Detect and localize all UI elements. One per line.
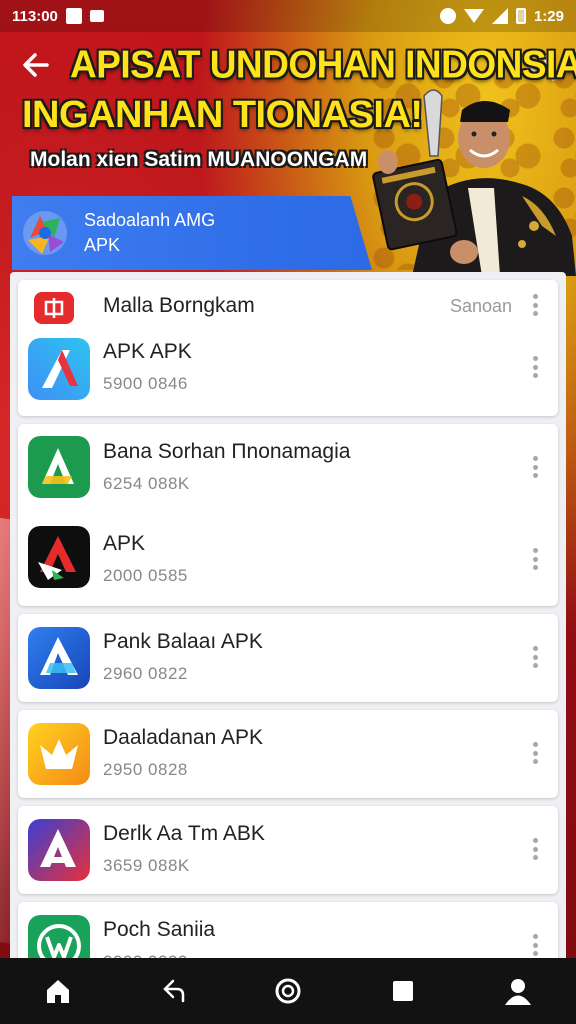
app-name: Poch Saniia <box>103 918 216 941</box>
nav-overview-button[interactable] <box>381 969 425 1013</box>
black-red-a-icon <box>28 526 90 588</box>
app-size: 2000 0585 <box>103 566 188 585</box>
list-item[interactable]: APK APK 5900 0846 <box>18 332 558 416</box>
app-size: 3659 088K <box>103 856 190 875</box>
list-header-label: Sanoan <box>449 296 512 316</box>
subheadline: Molan xien Satim MUANOONGAM <box>30 148 368 171</box>
signal-icon <box>491 8 508 24</box>
nav-back-button[interactable] <box>151 969 195 1013</box>
official-figure-image <box>372 89 576 276</box>
list-header-row[interactable]: Malla Borngkam Sanoan <box>18 280 558 332</box>
app-card: Bana Sorhan Пnonamagia 6254 088K APK 200… <box>18 424 558 606</box>
nav-profile-button[interactable] <box>496 969 540 1013</box>
list-item[interactable]: Pank Balaaı APK 2960 0822 <box>18 614 558 702</box>
notification-icon <box>65 8 82 24</box>
battery-icon <box>515 8 526 24</box>
headline-line-2: INGANHAN TIONASIA! <box>22 94 423 136</box>
more-options-button[interactable] <box>526 930 544 960</box>
featured-banner[interactable]: Sadoalanh AMG APK <box>12 196 372 270</box>
list-item[interactable]: Bana Sorhan Пnonamagia 6254 088K <box>18 424 558 516</box>
yellow-orange-a-icon <box>28 723 90 785</box>
wifi-icon <box>463 9 484 23</box>
arrow-left-icon <box>23 53 49 77</box>
user-icon <box>505 979 532 1005</box>
colorful-app-logo-icon <box>23 211 67 255</box>
green-a-icon <box>28 436 90 498</box>
app-size: 2950 0828 <box>103 760 188 779</box>
more-options-button[interactable] <box>526 290 544 320</box>
more-options-button[interactable] <box>526 452 544 482</box>
more-options-button[interactable] <box>526 352 544 382</box>
nav-recent-button[interactable] <box>266 969 310 1013</box>
app-card: Pank Balaaı APK 2960 0822 <box>18 614 558 702</box>
app-name: Daaladanan APK <box>103 726 263 749</box>
app-name: APK <box>103 532 146 555</box>
banner-title: Sadoalanh AMG <box>84 210 216 230</box>
list-item[interactable]: Daaladanan APK 2950 0828 <box>18 710 558 798</box>
back-arrow-icon <box>163 979 185 1003</box>
circle-home-icon <box>275 978 301 1004</box>
store-logo-icon <box>34 292 74 324</box>
app-name: APK APK <box>103 340 192 363</box>
list-header-name: Malla Borngkam <box>103 294 255 317</box>
app-name: Bana Sorhan Пnonamagia <box>103 440 351 463</box>
status-time-right: 1:29 <box>533 7 564 25</box>
red-blue-a-icon <box>28 338 90 400</box>
app-size: 5900 0846 <box>103 374 188 393</box>
app-list: Malla Borngkam Sanoan APK APK 5900 0846 <box>10 272 566 972</box>
bottom-navigation <box>0 958 576 1024</box>
photo-notification-icon <box>89 10 104 22</box>
more-options-button[interactable] <box>526 642 544 672</box>
more-options-button[interactable] <box>526 834 544 864</box>
list-item[interactable]: Derlk Aa Tm ABK 3659 088K <box>18 806 558 894</box>
back-button[interactable] <box>18 50 54 86</box>
app-card: Malla Borngkam Sanoan APK APK 5900 0846 <box>18 280 558 416</box>
more-options-button[interactable] <box>526 738 544 768</box>
app-name: Pank Balaaı APK <box>103 630 263 653</box>
app-size: 6254 088K <box>103 474 190 493</box>
location-icon <box>439 8 456 24</box>
purple-red-a-icon <box>28 819 90 881</box>
banner-subtitle: APK <box>84 235 121 255</box>
list-item[interactable]: APK 2000 0585 <box>18 516 558 608</box>
blue-gradient-a-icon <box>28 627 90 689</box>
status-time-left: 113:00 <box>12 7 58 25</box>
square-icon <box>393 981 414 1001</box>
home-icon <box>46 980 69 1003</box>
nav-home-button[interactable] <box>36 969 80 1013</box>
more-options-button[interactable] <box>526 544 544 574</box>
status-bar: 113:00 1:29 <box>0 0 576 32</box>
app-card: Daaladanan APK 2950 0828 <box>18 710 558 798</box>
app-card: Derlk Aa Tm ABK 3659 088K <box>18 806 558 894</box>
app-size: 2960 0822 <box>103 664 188 683</box>
app-name: Derlk Aa Tm ABK <box>103 822 265 845</box>
